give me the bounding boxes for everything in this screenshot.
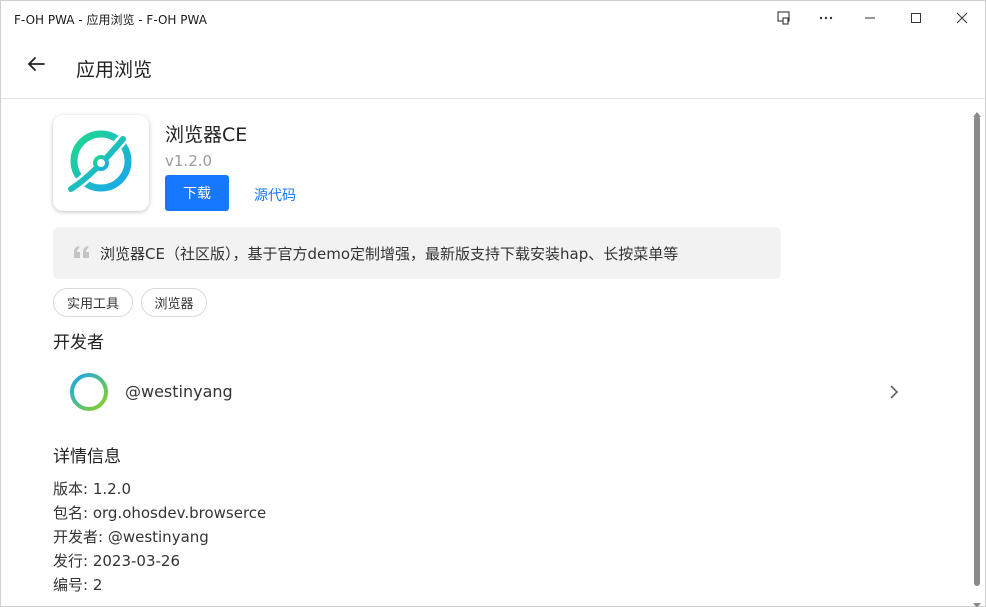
detail-developer: 开发者: @westinyang: [53, 528, 209, 546]
app-window: F-OH PWA - 应用浏览 - F-OH PWA 应用浏览 浏览器CE v1…: [0, 0, 986, 607]
vertical-scrollbar[interactable]: [969, 100, 985, 607]
quote-icon: [73, 244, 91, 263]
page-title: 应用浏览: [76, 59, 153, 81]
description-box: 浏览器CE（社区版），基于官方demo定制增强，最新版支持下载安装hap、长按菜…: [53, 227, 781, 279]
developer-section-title: 开发者: [53, 333, 104, 353]
cast-icon[interactable]: [761, 1, 807, 35]
detail-release-date: 发行: 2023-03-26: [53, 552, 180, 570]
window-title: F-OH PWA - 应用浏览 - F-OH PWA: [14, 13, 207, 27]
title-bar: F-OH PWA - 应用浏览 - F-OH PWA: [1, 1, 985, 35]
app-icon: [53, 115, 149, 211]
maximize-icon[interactable]: [893, 1, 939, 35]
tag-browser[interactable]: 浏览器: [141, 288, 207, 317]
chevron-right-icon: [889, 384, 899, 403]
detail-version: 版本: 1.2.0: [53, 480, 131, 498]
scrollbar-thumb[interactable]: [974, 116, 980, 586]
minimize-icon[interactable]: [847, 1, 893, 35]
detail-id: 编号: 2: [53, 576, 103, 594]
app-detail-content: 浏览器CE v1.2.0 下载 源代码 浏览器CE（社区版），基于官方demo定…: [1, 100, 969, 606]
app-header: 应用浏览: [1, 35, 985, 99]
developer-name: @westinyang: [125, 382, 233, 401]
more-options-icon[interactable]: [803, 1, 849, 35]
app-description: 浏览器CE（社区版），基于官方demo定制增强，最新版支持下载安装hap、长按菜…: [100, 245, 679, 263]
arrow-left-icon: [26, 54, 46, 78]
download-button[interactable]: 下载: [165, 175, 229, 211]
source-code-link[interactable]: 源代码: [254, 185, 296, 205]
scroll-down-icon[interactable]: [973, 594, 981, 607]
app-name: 浏览器CE: [165, 124, 248, 146]
developer-avatar: [69, 372, 109, 412]
developer-row[interactable]: @westinyang: [53, 362, 913, 422]
close-icon[interactable]: [939, 1, 985, 35]
app-version: v1.2.0: [165, 152, 213, 170]
planet-browser-icon: [61, 121, 141, 205]
detail-package: 包名: org.ohosdev.browserce: [53, 504, 267, 522]
details-section-title: 详情信息: [53, 447, 121, 467]
back-button[interactable]: [19, 49, 53, 83]
tag-utility[interactable]: 实用工具: [53, 288, 133, 317]
